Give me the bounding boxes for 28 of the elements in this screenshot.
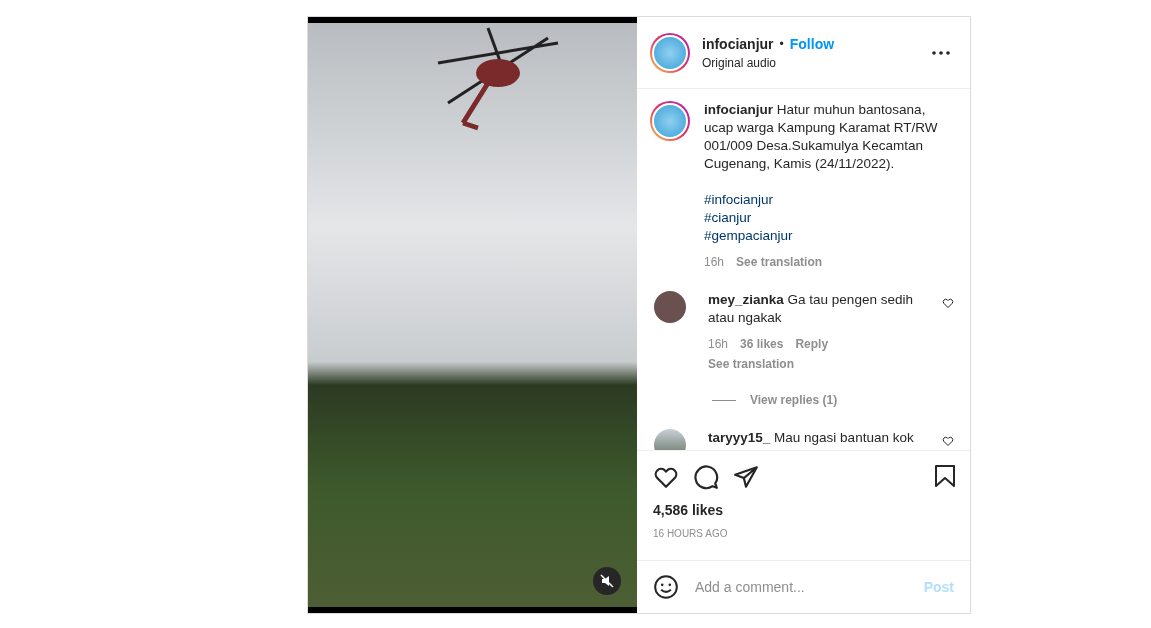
hashtag-link[interactable]: #cianjur — [704, 209, 954, 227]
hashtag-link[interactable]: #infocianjur — [704, 191, 954, 209]
username-link[interactable]: infocianjur — [704, 102, 773, 117]
timestamp: 16h — [708, 336, 729, 353]
avatar[interactable] — [650, 101, 690, 141]
likes-count[interactable]: 4,586 likes — [637, 496, 970, 518]
comment-text: taryyy15_ Mau ngasi bantuan kok — [708, 429, 915, 447]
mute-button[interactable] — [593, 567, 621, 595]
bookmark-icon[interactable] — [934, 464, 956, 488]
post-time: 16 HOURS AGO — [652, 527, 729, 541]
audio-link[interactable]: Original audio — [702, 55, 920, 70]
muted-speaker-icon — [600, 574, 614, 588]
comment-text: mey_zianka Ga tau pengen sedih atau ngakak — [708, 291, 914, 327]
avatar[interactable] — [650, 32, 690, 73]
avatar[interactable] — [654, 291, 686, 323]
username-link[interactable]: infocianjur — [702, 35, 774, 52]
comment-icon[interactable] — [693, 464, 719, 490]
caption-text: infocianjur Hatur muhun bantosana, ucap warga Kampung Karamat RT/RW 001/009 Desa.Sukamulya Kecamtan Cugenang, Kamis (24/11/2022). — [704, 101, 939, 173]
heart-icon[interactable] — [942, 435, 954, 447]
hashtag-link[interactable]: #gempacianjur — [704, 227, 954, 245]
username-link[interactable]: taryyy15_ — [708, 430, 771, 445]
separator: • — [779, 36, 784, 51]
share-icon[interactable] — [733, 464, 759, 490]
more-options-icon[interactable] — [932, 50, 950, 55]
username-link[interactable]: mey_zianka — [708, 292, 784, 307]
heart-icon[interactable] — [942, 297, 954, 309]
emoji-icon[interactable] — [653, 574, 679, 600]
timestamp: 16h — [704, 254, 725, 271]
